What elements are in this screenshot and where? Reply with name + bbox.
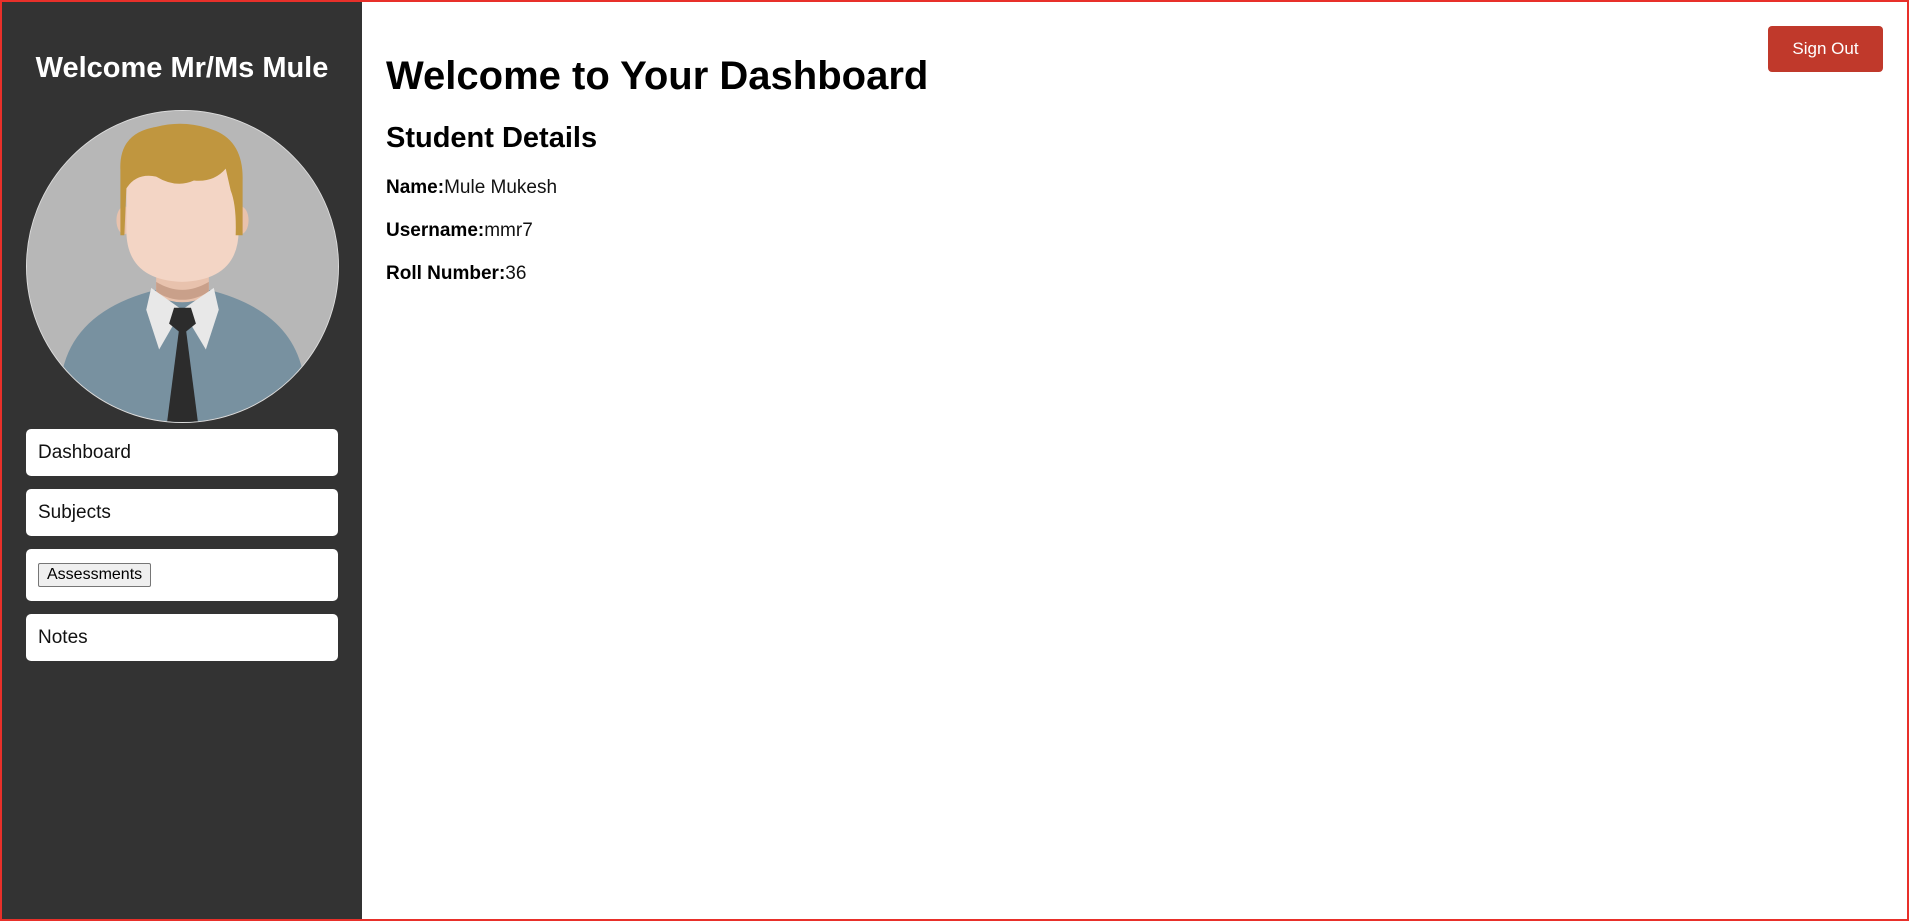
detail-username: Username:mmr7 <box>386 209 1883 252</box>
sign-out-button[interactable]: Sign Out <box>1768 26 1883 72</box>
user-avatar-icon <box>26 110 339 423</box>
student-details-heading: Student Details <box>386 122 598 154</box>
detail-roll-number: Roll Number:36 <box>386 252 1883 295</box>
sidebar-item-label: Dashboard <box>38 441 131 463</box>
page-title: Welcome to Your Dashboard <box>386 54 929 98</box>
sidebar-item-subjects[interactable]: Subjects <box>26 489 338 536</box>
sidebar-nav: Dashboard Subjects Assessments Notes <box>26 429 338 661</box>
sidebar-item-assessments: Assessments <box>26 549 338 601</box>
detail-value: 36 <box>505 263 527 284</box>
welcome-heading: Welcome Mr/Ms Mule <box>35 52 329 84</box>
sidebar-item-label: Notes <box>38 626 88 648</box>
main-content: Sign Out Welcome to Your Dashboard Stude… <box>362 2 1907 919</box>
sidebar: Welcome Mr/Ms Mule Dashboard Subjects As… <box>2 2 362 919</box>
detail-label: Username: <box>386 220 485 241</box>
assessments-button[interactable]: Assessments <box>38 563 152 587</box>
sidebar-item-dashboard[interactable]: Dashboard <box>26 429 338 476</box>
sidebar-item-label: Subjects <box>38 501 111 523</box>
detail-label: Name: <box>386 177 445 198</box>
sidebar-item-notes[interactable]: Notes <box>26 614 338 661</box>
detail-value: Mule Mukesh <box>444 177 558 198</box>
detail-label: Roll Number: <box>386 263 506 284</box>
app-frame: Welcome Mr/Ms Mule Dashboard Subjects As… <box>0 0 1909 921</box>
detail-value: mmr7 <box>484 220 533 241</box>
detail-name: Name:Mule Mukesh <box>386 166 1883 209</box>
